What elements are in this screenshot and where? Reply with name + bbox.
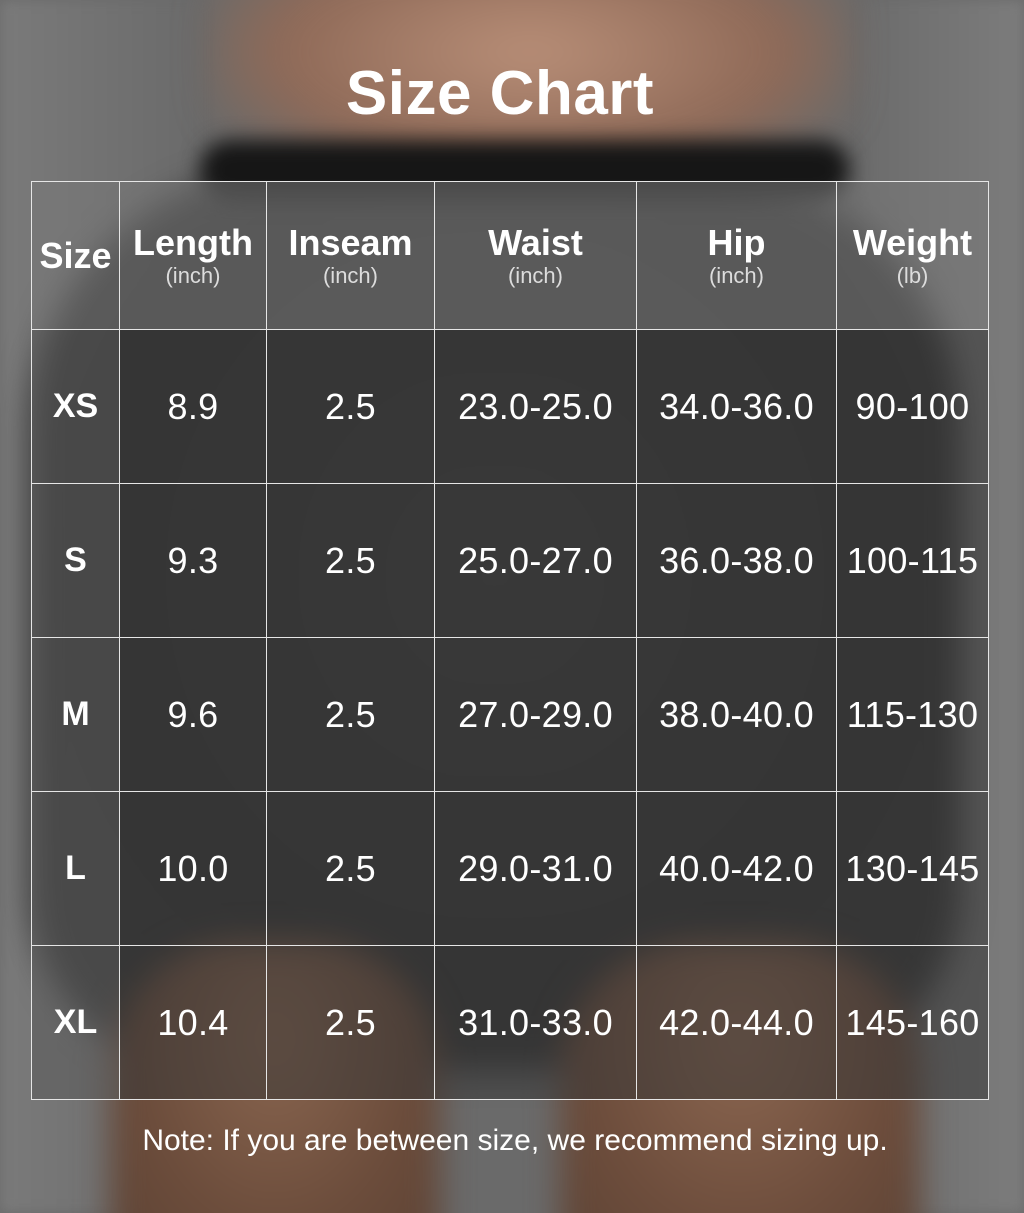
header-weight-label: Weight xyxy=(852,221,973,263)
inseam-cell: 2.5 xyxy=(266,945,435,1100)
hip-cell: 38.0-40.0 xyxy=(636,637,837,792)
weight-value: 115-130 xyxy=(846,693,979,735)
header-hip-unit: (inch) xyxy=(708,262,764,288)
waist-value: 23.0-25.0 xyxy=(458,385,613,427)
inseam-cell: 2.5 xyxy=(266,791,435,946)
size-code: XS xyxy=(52,387,99,425)
header-length-label: Length xyxy=(133,221,253,263)
table-row-xl: XL 10.4 2.5 31.0-33.0 42.0-44.0 145-160 xyxy=(31,945,989,1100)
size-code: XL xyxy=(53,1003,98,1041)
weight-value: 145-160 xyxy=(845,1001,980,1043)
waist-value: 25.0-27.0 xyxy=(458,539,613,581)
inseam-cell: 2.5 xyxy=(266,637,435,792)
waist-cell: 29.0-31.0 xyxy=(434,791,637,946)
size-cell: L xyxy=(31,791,120,946)
waist-cell: 31.0-33.0 xyxy=(434,945,637,1100)
hip-value: 38.0-40.0 xyxy=(659,693,814,735)
waist-value: 31.0-33.0 xyxy=(458,1001,613,1043)
inseam-value: 2.5 xyxy=(325,847,376,889)
hip-value: 40.0-42.0 xyxy=(659,847,814,889)
hip-cell: 36.0-38.0 xyxy=(636,483,837,638)
weight-value: 100-115 xyxy=(846,539,979,581)
waist-cell: 25.0-27.0 xyxy=(434,483,637,638)
table-row-s: S 9.3 2.5 25.0-27.0 36.0-38.0 100-115 xyxy=(31,483,989,638)
weight-cell: 145-160 xyxy=(836,945,989,1100)
inseam-value: 2.5 xyxy=(325,693,376,735)
weight-cell: 90-100 xyxy=(836,329,989,484)
table-row-xs: XS 8.9 2.5 23.0-25.0 34.0-36.0 90-100 xyxy=(31,329,989,484)
length-cell: 9.3 xyxy=(119,483,267,638)
hip-value: 34.0-36.0 xyxy=(659,385,814,427)
inseam-cell: 2.5 xyxy=(266,483,435,638)
size-cell: M xyxy=(31,637,120,792)
size-cell: XL xyxy=(31,945,120,1100)
weight-cell: 130-145 xyxy=(836,791,989,946)
header-size-label: Size xyxy=(39,234,112,276)
table-row-l: L 10.0 2.5 29.0-31.0 40.0-42.0 130-145 xyxy=(31,791,989,946)
waist-cell: 23.0-25.0 xyxy=(434,329,637,484)
header-waist: Waist (inch) xyxy=(434,181,637,330)
inseam-value: 2.5 xyxy=(325,385,376,427)
length-value: 8.9 xyxy=(167,385,219,427)
waist-value: 29.0-31.0 xyxy=(458,847,613,889)
size-table: Size Length (inch) Inseam (inch) Waist (… xyxy=(31,181,989,1100)
header-row: Size Length (inch) Inseam (inch) Waist (… xyxy=(31,181,989,330)
header-weight: Weight (lb) xyxy=(836,181,989,330)
length-cell: 10.0 xyxy=(119,791,267,946)
size-code: M xyxy=(61,695,90,733)
header-weight-unit: (lb) xyxy=(896,262,929,288)
header-length-unit: (inch) xyxy=(165,262,221,288)
weight-cell: 115-130 xyxy=(836,637,989,792)
length-value: 10.4 xyxy=(157,1001,229,1043)
length-cell: 8.9 xyxy=(119,329,267,484)
table-row-m: M 9.6 2.5 27.0-29.0 38.0-40.0 115-130 xyxy=(31,637,989,792)
waist-value: 27.0-29.0 xyxy=(458,693,613,735)
size-cell: XS xyxy=(31,329,120,484)
header-hip-label: Hip xyxy=(707,221,766,263)
size-cell: S xyxy=(31,483,120,638)
hip-cell: 42.0-44.0 xyxy=(636,945,837,1100)
length-cell: 9.6 xyxy=(119,637,267,792)
hip-value: 42.0-44.0 xyxy=(659,1001,814,1043)
length-cell: 10.4 xyxy=(119,945,267,1100)
inseam-cell: 2.5 xyxy=(266,329,435,484)
length-value: 10.0 xyxy=(157,847,229,889)
header-hip: Hip (inch) xyxy=(636,181,837,330)
hip-cell: 34.0-36.0 xyxy=(636,329,837,484)
size-code: L xyxy=(65,849,86,887)
header-length: Length (inch) xyxy=(119,181,267,330)
inseam-value: 2.5 xyxy=(325,539,376,581)
hip-value: 36.0-38.0 xyxy=(659,539,814,581)
weight-value: 90-100 xyxy=(855,385,970,427)
length-value: 9.6 xyxy=(167,693,219,735)
hip-cell: 40.0-42.0 xyxy=(636,791,837,946)
waist-cell: 27.0-29.0 xyxy=(434,637,637,792)
chart-title: Size Chart xyxy=(345,59,655,128)
size-code: S xyxy=(64,541,87,579)
header-inseam-unit: (inch) xyxy=(322,262,378,288)
weight-cell: 100-115 xyxy=(836,483,989,638)
header-waist-unit: (inch) xyxy=(507,262,563,288)
length-value: 9.3 xyxy=(167,539,219,581)
inseam-value: 2.5 xyxy=(325,1001,376,1043)
header-size: Size xyxy=(31,181,120,330)
header-inseam-label: Inseam xyxy=(288,221,413,263)
weight-value: 130-145 xyxy=(845,847,980,889)
sizing-note: Note: If you are between size, we recomm… xyxy=(142,1124,888,1157)
header-waist-label: Waist xyxy=(488,221,583,263)
header-inseam: Inseam (inch) xyxy=(266,181,435,330)
